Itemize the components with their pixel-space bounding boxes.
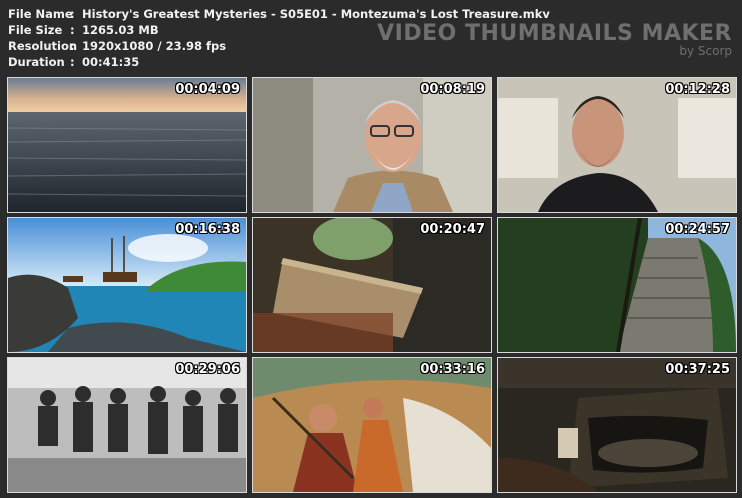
separator: : [70,7,75,21]
timestamp: 00:33:16 [420,362,485,377]
thumbnail-mural-painting[interactable]: 00:33:16 [252,357,492,493]
thumbnail-ocean-sunset[interactable]: 00:04:09 [7,77,247,213]
separator: : [70,39,75,53]
thumbnail-galleon-bay[interactable]: 00:16:38 [7,217,247,353]
thumbnail-historic-group-photo[interactable]: 00:29:06 [7,357,247,493]
timestamp: 00:37:25 [665,362,730,377]
file-size-label: File Size [8,23,63,37]
brand-subtitle: by Scorp [679,44,732,58]
timestamp: 00:12:28 [665,82,730,97]
brand-title: VIDEO THUMBNAILS MAKER [377,21,732,46]
thumbnail-man-dark-beard[interactable]: 00:12:28 [497,77,737,213]
file-name-value: History's Greatest Mysteries - S05E01 - … [82,7,550,21]
separator: : [70,55,75,69]
resolution-value: 1920x1080 / 23.98 fps [82,39,227,53]
timestamp: 00:20:47 [420,222,485,237]
separator: : [70,23,75,37]
timestamp: 00:04:09 [175,82,240,97]
file-name-label: File Name [8,7,73,21]
resolution-label: Resolution [8,39,78,53]
thumbnail-treasure-chest[interactable]: 00:37:25 [497,357,737,493]
timestamp: 00:29:06 [175,362,240,377]
thumbnail-jungle-pyramid[interactable]: 00:24:57 [497,217,737,353]
duration-value: 00:41:35 [82,55,140,69]
thumbnail-hands-book[interactable]: 00:20:47 [252,217,492,353]
duration-label: Duration [8,55,65,69]
timestamp: 00:24:57 [665,222,730,237]
file-name-row: File Name : History's Greatest Mysteries… [8,6,550,22]
brand-watermark: VIDEO THUMBNAILS MAKER by Scorp [377,21,732,59]
timestamp: 00:16:38 [175,222,240,237]
timestamp: 00:08:19 [420,82,485,97]
file-size-value: 1265.03 MB [82,23,159,37]
thumbnail-man-grey-beard[interactable]: 00:08:19 [252,77,492,213]
